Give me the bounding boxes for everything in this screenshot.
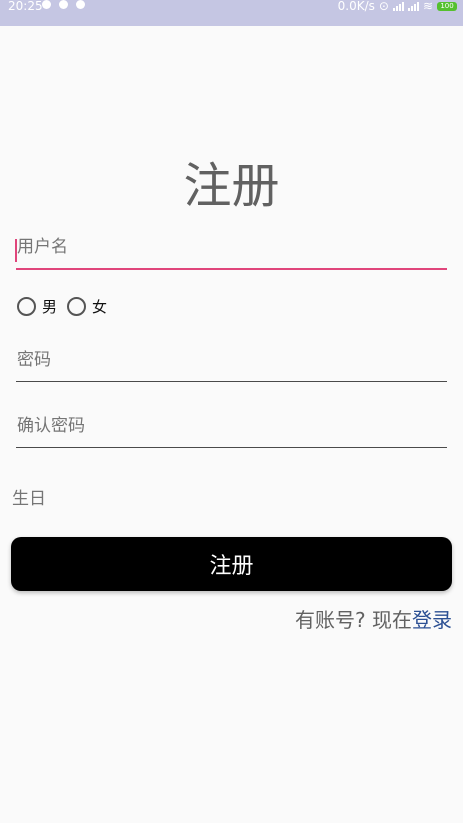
gender-radio-group: 男 女 (17, 296, 111, 317)
signal-icon (407, 1, 419, 11)
notification-icon (59, 0, 68, 9)
status-indicators: 0.0K/s ⊙ ≋ 100 (338, 0, 457, 12)
notification-icon (42, 0, 51, 9)
gender-male-radio[interactable] (17, 297, 36, 316)
gender-female-radio[interactable] (67, 297, 87, 316)
status-time: 20:25 (8, 0, 43, 13)
alarm-icon: ⊙ (378, 0, 389, 13)
birthday-field[interactable]: 生日 (12, 484, 46, 509)
confirm-password-input[interactable] (16, 412, 447, 448)
battery-icon: 100 (437, 1, 457, 11)
status-bar: 20:25 0.0K/s ⊙ ≋ 100 (0, 0, 463, 26)
login-prompt-row: 有账号? 现在登录 (295, 604, 452, 633)
username-input[interactable] (16, 234, 447, 270)
signal-icon (392, 1, 404, 11)
register-button[interactable]: 注册 (11, 537, 452, 591)
notification-icon (76, 0, 85, 9)
password-input[interactable] (16, 346, 447, 382)
gender-male-label: 男 (42, 298, 58, 316)
gender-female-label: 女 (92, 298, 108, 316)
login-link[interactable]: 登录 (412, 608, 452, 632)
login-prompt-text: 有账号? 现在 (295, 608, 412, 632)
wifi-icon: ≋ (422, 0, 433, 13)
network-speed: 0.0K/s (337, 0, 375, 13)
page-title: 注册 (183, 158, 280, 214)
register-screen: 注册 男 女 生日 注册 有账号? 现在登录 (0, 26, 463, 823)
